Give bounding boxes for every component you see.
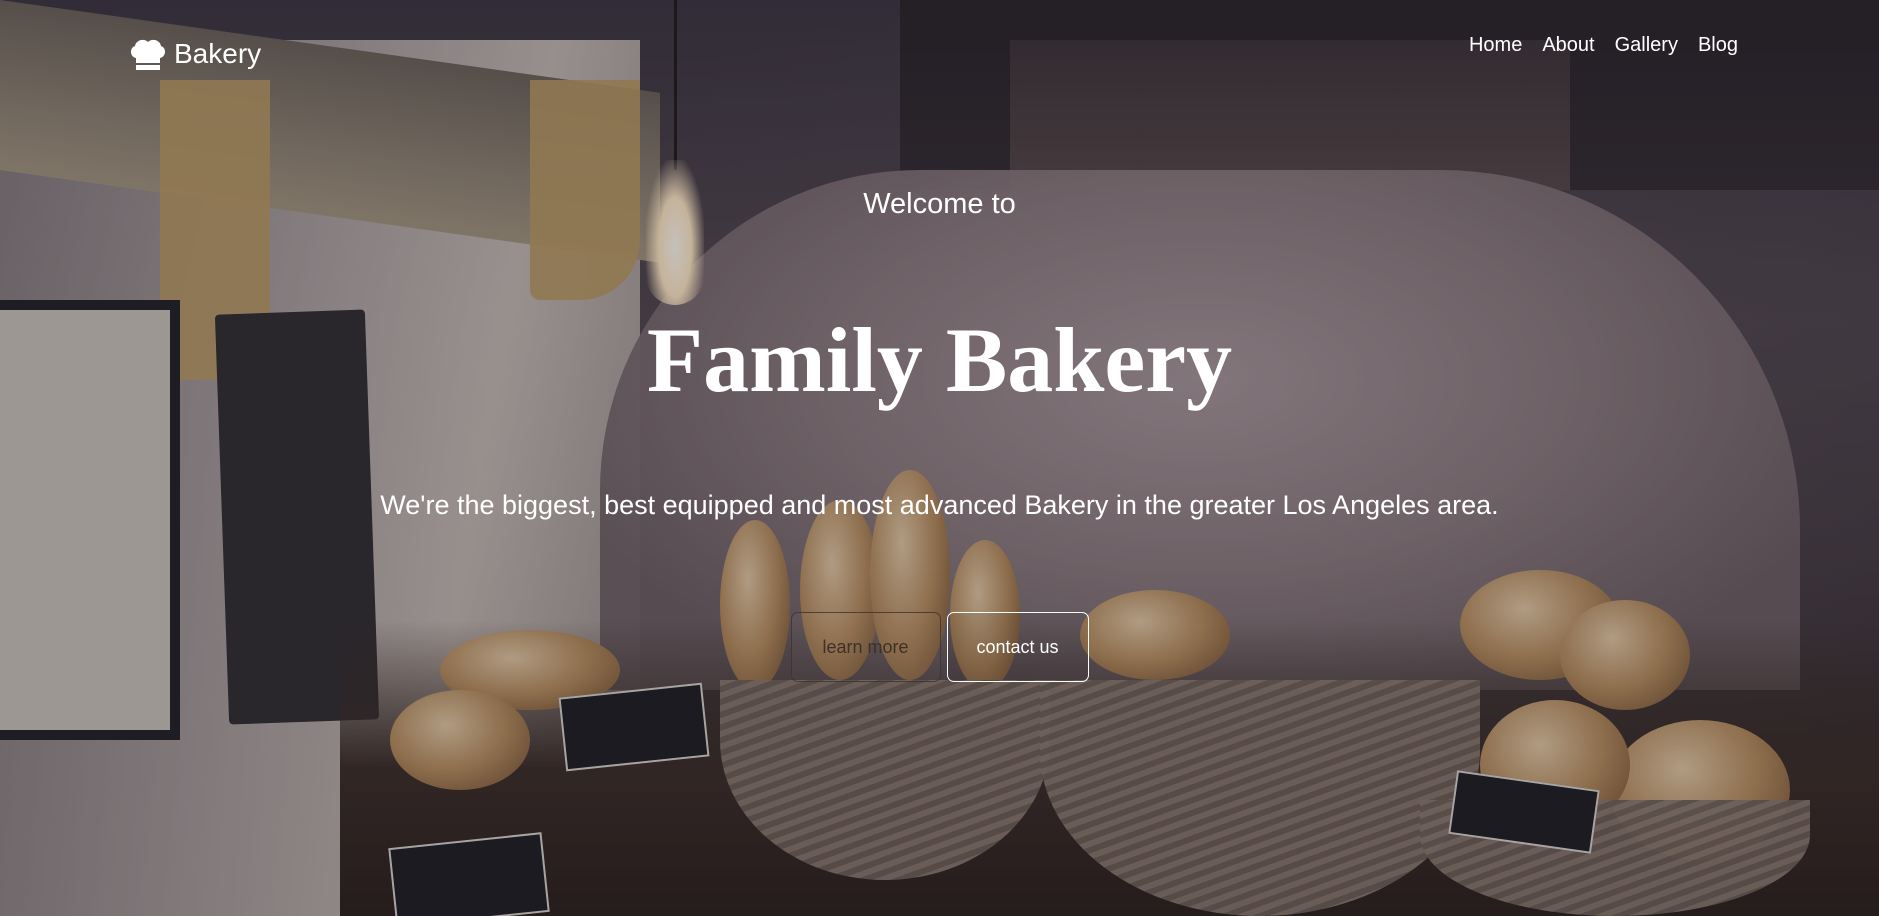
brand-logo-link[interactable]: Bakery: [128, 36, 261, 72]
nav-link-about[interactable]: About: [1542, 34, 1594, 56]
chef-hat-icon: [128, 36, 168, 72]
nav-link-home[interactable]: Home: [1469, 34, 1522, 56]
nav-link-blog[interactable]: Blog: [1698, 34, 1738, 56]
learn-more-button[interactable]: learn more: [790, 612, 941, 682]
background-overlay: [0, 0, 1879, 916]
bakery-background-image: [0, 0, 1879, 916]
navbar: Bakery Home About Gallery Blog: [0, 0, 1879, 96]
hero-title: Family Bakery: [646, 309, 1233, 411]
nav-menu: Home About Gallery Blog: [1469, 34, 1738, 57]
nav-link-gallery[interactable]: Gallery: [1615, 34, 1678, 56]
hero-welcome-text: Welcome to: [863, 188, 1016, 220]
brand-name: Bakery: [174, 38, 262, 69]
contact-us-button[interactable]: contact us: [946, 612, 1089, 682]
hero-buttons: learn more contact us: [0, 612, 1879, 682]
hero-tagline: We're the biggest, best equipped and mos…: [380, 490, 1499, 520]
hero-section: Bakery Home About Gallery Blog Welcome t…: [0, 0, 1879, 916]
